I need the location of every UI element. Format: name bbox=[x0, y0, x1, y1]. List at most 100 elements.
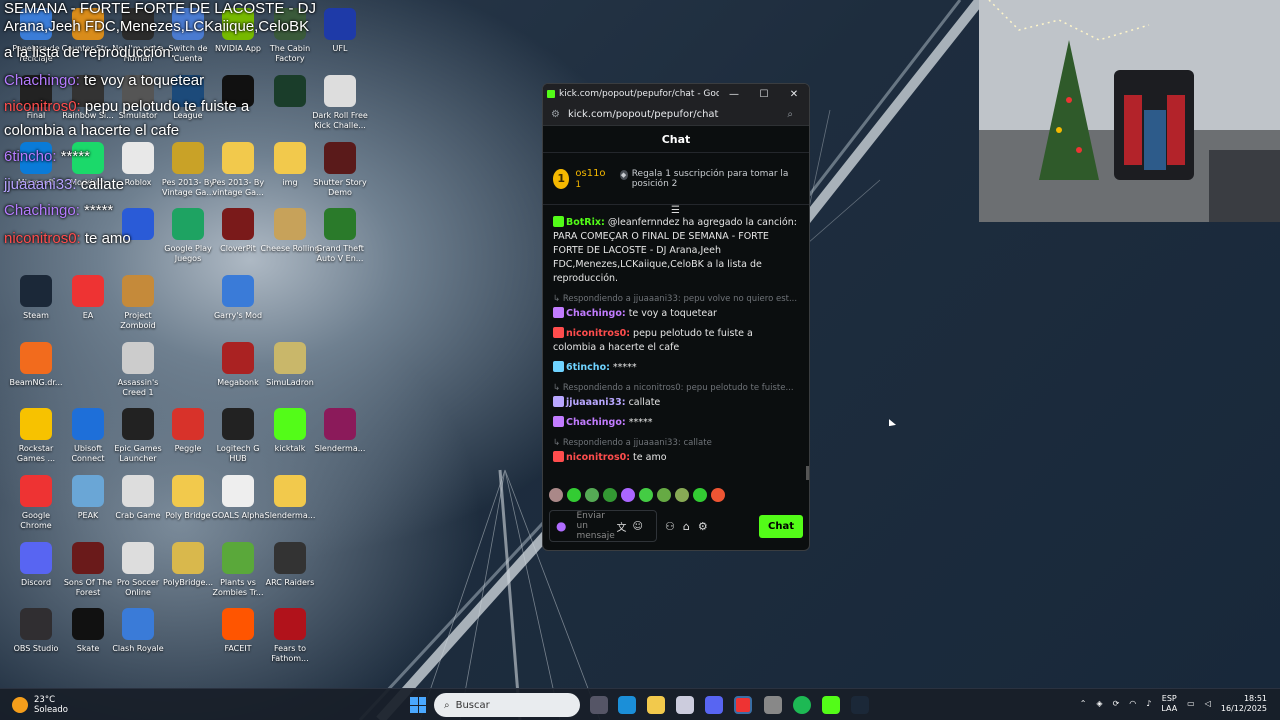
wifi-icon[interactable]: ◠ bbox=[1129, 699, 1136, 709]
chat-message[interactable]: 6tincho: ***** bbox=[553, 361, 799, 375]
desktop-icon[interactable]: GOALS Alpha bbox=[210, 475, 266, 541]
minimize-button[interactable]: — bbox=[719, 89, 749, 100]
emote-icon[interactable] bbox=[567, 488, 581, 502]
desktop-icon[interactable]: img bbox=[262, 142, 318, 208]
desktop-icon[interactable]: Steam bbox=[8, 275, 64, 341]
chat-username[interactable]: Chachingo: bbox=[566, 417, 626, 428]
desktop-icon[interactable]: Crab Game bbox=[110, 475, 166, 541]
chat-username[interactable]: 6tincho: bbox=[566, 362, 610, 373]
chat-username[interactable]: niconitros0: bbox=[566, 328, 630, 339]
obs-icon[interactable] bbox=[764, 696, 782, 714]
desktop-icon[interactable]: Garry's Mod bbox=[210, 275, 266, 341]
desktop-icon[interactable]: Sons Of The Forest bbox=[60, 542, 116, 608]
chat-username[interactable]: niconitros0: bbox=[566, 452, 630, 463]
maximize-button[interactable]: ☐ bbox=[749, 89, 779, 100]
microphone-icon[interactable]: ● bbox=[556, 519, 566, 533]
desktop-icon[interactable]: PEAK bbox=[60, 475, 116, 541]
translate-icon[interactable]: 文 bbox=[616, 519, 626, 534]
send-chat-button[interactable]: Chat bbox=[759, 514, 803, 538]
desktop-icon[interactable]: Slenderma... bbox=[262, 475, 318, 541]
desktop-icon[interactable]: ARC Raiders bbox=[262, 542, 318, 608]
desktop-icon[interactable]: kicktalk bbox=[262, 408, 318, 474]
close-button[interactable]: ✕ bbox=[779, 89, 809, 100]
emote-icon[interactable] bbox=[693, 488, 707, 502]
url-text[interactable]: kick.com/popout/pepufor/chat bbox=[568, 109, 787, 120]
taskbar-search[interactable]: ⌕ Buscar bbox=[434, 693, 580, 717]
desktop-icon[interactable]: Epic Games Launcher bbox=[110, 408, 166, 474]
file-explorer-icon[interactable] bbox=[647, 696, 665, 714]
mic-tray-icon[interactable]: ♪ bbox=[1146, 699, 1151, 709]
desktop-icon[interactable]: Skate bbox=[60, 608, 116, 674]
desktop-icon[interactable]: SimuLadron bbox=[262, 342, 318, 408]
window-titlebar[interactable]: kick.com/popout/pepufor/chat - Google Ch… bbox=[543, 84, 809, 104]
chat-message[interactable]: BotRix: @leanfernndez ha agregado la can… bbox=[553, 216, 799, 286]
store-icon[interactable] bbox=[676, 696, 694, 714]
desktop-icon[interactable]: Pes 2013- By vintage Ga... bbox=[210, 142, 266, 208]
tray-chevron-icon[interactable]: ⌃ bbox=[1080, 699, 1087, 709]
chat-message[interactable]: Chachingo: ***** bbox=[553, 416, 799, 430]
desktop-icon[interactable]: OBS Studio bbox=[8, 608, 64, 674]
chat-browser-window[interactable]: kick.com/popout/pepufor/chat - Google Ch… bbox=[542, 83, 810, 551]
desktop-icon[interactable]: Roblox bbox=[110, 142, 166, 208]
desktop-icon[interactable]: FACEIT bbox=[210, 608, 266, 674]
desktop-icon[interactable]: EA bbox=[60, 275, 116, 341]
desktop-icon[interactable]: Logitech G HUB bbox=[210, 408, 266, 474]
language-indicator[interactable]: ESP LAA bbox=[1161, 694, 1177, 714]
desktop-icon[interactable]: BeamNG.dr... bbox=[8, 342, 64, 408]
desktop-icon[interactable]: Cheese Rolling bbox=[260, 208, 320, 274]
desktop-icon[interactable]: CloverPit bbox=[210, 208, 266, 274]
desktop-icon[interactable]: PolyBridge... bbox=[160, 542, 216, 608]
emote-icon[interactable] bbox=[621, 488, 635, 502]
desktop-icon[interactable]: Shutter Story Demo bbox=[312, 142, 368, 208]
pinned-user-name[interactable]: os11o bbox=[575, 168, 605, 180]
desktop-icon[interactable]: Megabonk bbox=[210, 342, 266, 408]
zoom-icon[interactable]: ⌕ bbox=[787, 109, 793, 120]
desktop-icon[interactable]: Ubisoft Connect bbox=[60, 408, 116, 474]
emote-icon[interactable] bbox=[549, 488, 563, 502]
network-icon[interactable]: ◈ bbox=[1096, 699, 1102, 709]
chat-username[interactable]: jjuaaani33: bbox=[566, 397, 626, 408]
desktop-icon[interactable]: Google Play Juegos bbox=[160, 208, 216, 274]
desktop-icon[interactable]: Google Chrome bbox=[8, 475, 64, 541]
desktop-icon[interactable]: Pro Soccer Online bbox=[110, 542, 166, 608]
desktop-icon[interactable]: Dark Roll Free Kick Challe... bbox=[312, 75, 368, 141]
desktop-icon[interactable]: Clash Royale bbox=[110, 608, 166, 674]
clock[interactable]: 18:51 16/12/2025 bbox=[1221, 694, 1267, 714]
desktop-icon[interactable]: UFL bbox=[312, 8, 368, 74]
desktop-icon[interactable]: Project Zomboid bbox=[110, 275, 166, 341]
sync-icon[interactable]: ⟳ bbox=[1113, 699, 1120, 709]
users-icon[interactable]: ⚇ bbox=[665, 520, 675, 533]
desktop-icon[interactable]: Pes 2013- By Vintage Ga... bbox=[160, 142, 216, 208]
discord-icon[interactable] bbox=[705, 696, 723, 714]
chat-scrollbar[interactable] bbox=[806, 466, 809, 480]
chat-message[interactable]: niconitros0: pepu pelotudo te fuiste a c… bbox=[553, 327, 799, 355]
desktop-icon[interactable]: Grand Theft Auto V En... bbox=[312, 208, 368, 274]
volume-icon[interactable]: ◁ bbox=[1205, 699, 1211, 709]
chat-input[interactable]: ● Enviar un mensaje 文 ☺ bbox=[549, 510, 657, 542]
chat-message[interactable]: ↳ Respondiendo a jjuaaani33: pepu volve … bbox=[553, 292, 799, 321]
reply-context[interactable]: ↳ Respondiendo a niconitros0: pepu pelot… bbox=[553, 381, 799, 395]
emote-icon[interactable] bbox=[711, 488, 725, 502]
address-bar[interactable]: ⚙ kick.com/popout/pepufor/chat ⌕ bbox=[543, 104, 809, 126]
display-icon[interactable]: ▭ bbox=[1187, 699, 1195, 709]
emote-icon[interactable] bbox=[657, 488, 671, 502]
desktop-icon[interactable]: Discord bbox=[8, 542, 64, 608]
edge-icon[interactable] bbox=[618, 696, 636, 714]
desktop-icon[interactable]: Plants vs Zombies Tr... bbox=[210, 542, 266, 608]
task-view-icon[interactable] bbox=[590, 696, 608, 714]
desktop-icon[interactable]: Rockstar Games ... bbox=[8, 408, 64, 474]
chat-message[interactable]: ↳ Respondiendo a jjuaaani33: callate nico… bbox=[553, 436, 799, 465]
site-info-icon[interactable]: ⚙ bbox=[551, 109, 560, 120]
reply-context[interactable]: ↳ Respondiendo a jjuaaani33: callate bbox=[553, 436, 799, 450]
steam-icon[interactable] bbox=[851, 696, 869, 714]
collapse-pinned-icon[interactable]: ☰ bbox=[671, 205, 680, 216]
desktop-icon[interactable]: Peggle bbox=[160, 408, 216, 474]
desktop-icon[interactable]: Fears to Fathom... bbox=[262, 608, 318, 674]
chat-username[interactable]: BotRix: bbox=[566, 217, 605, 228]
chat-username[interactable]: Chachingo: bbox=[566, 308, 626, 319]
desktop-icon[interactable]: Poly Bridge bbox=[160, 475, 216, 541]
weather-widget[interactable]: 23°C Soleado bbox=[12, 695, 68, 715]
emote-icon[interactable] bbox=[585, 488, 599, 502]
desktop-icon[interactable]: Assassin's Creed 1 bbox=[110, 342, 166, 408]
emoji-icon[interactable]: ☺ bbox=[632, 521, 642, 532]
